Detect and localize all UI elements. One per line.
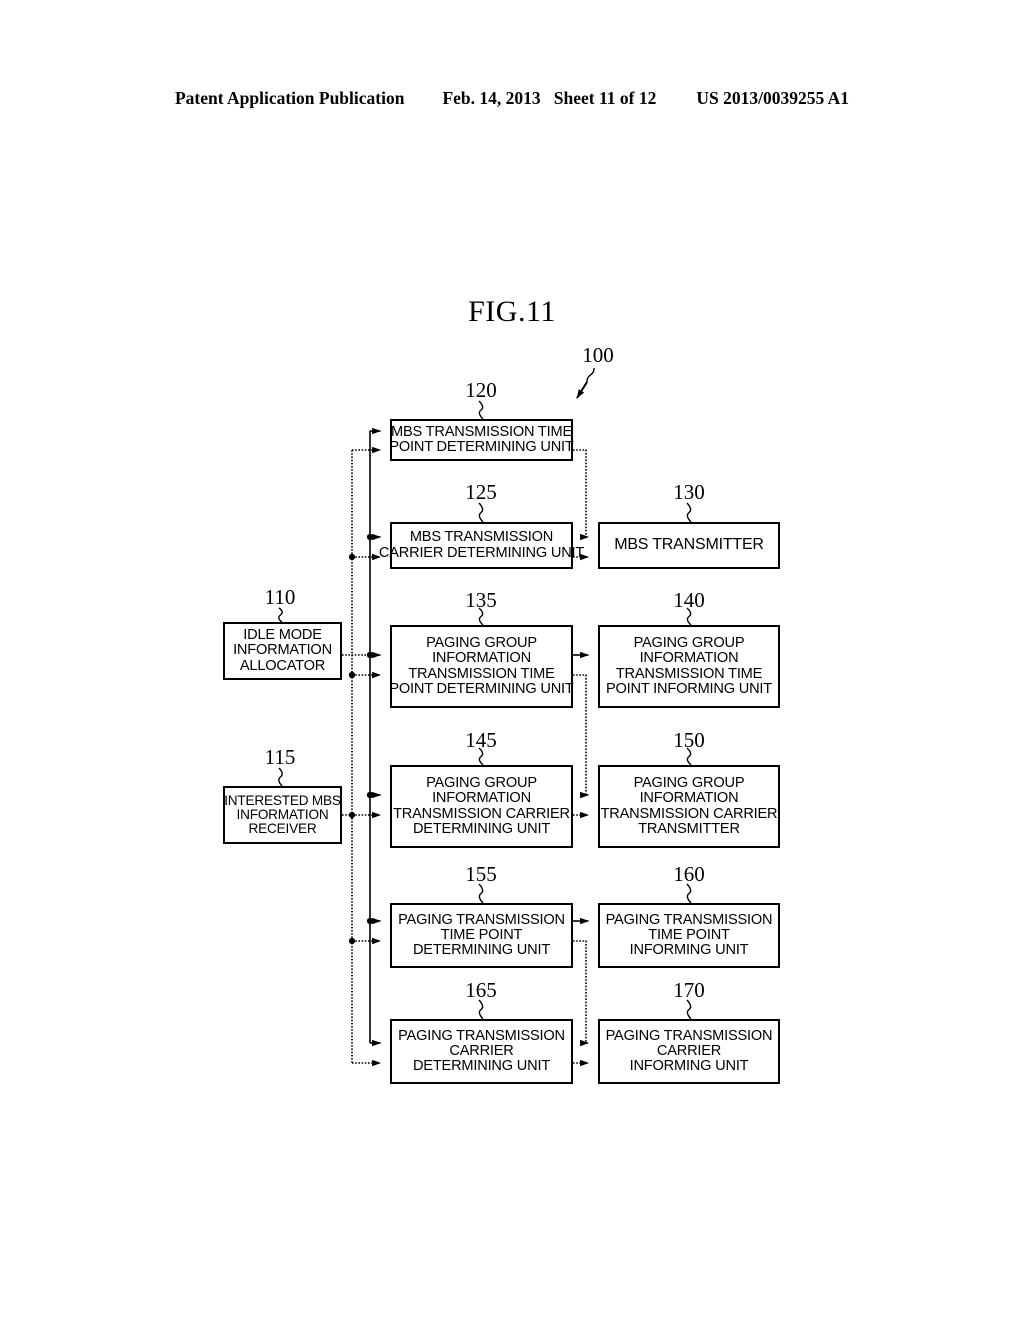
box-160-line-3: INFORMING UNIT	[629, 942, 749, 959]
box-125-line-2: CARRIER DETERMINING UNIT	[378, 544, 585, 561]
box-165-line-3: DETERMINING UNIT	[412, 1058, 551, 1075]
box-paging-group-information-transmission-carrier-transmitter[interactable]: PAGING GROUP INFORMATION TRANSMISSION CA…	[598, 765, 780, 848]
ref-125: 125	[465, 480, 497, 504]
box-idle-mode-information-allocator[interactable]: IDLE MODE INFORMATION ALLOCATOR	[223, 622, 342, 680]
ref-160: 160	[673, 862, 705, 886]
box-135-line-3: TRANSMISSION TIME	[408, 665, 555, 682]
box-140-line-4: POINT INFORMING UNIT	[606, 680, 772, 697]
box-145-line-1: PAGING GROUP	[426, 775, 537, 792]
box-145-line-2: INFORMATION	[432, 790, 531, 807]
box-mbs-transmission-carrier-determining-unit[interactable]: MBS TRANSMISSION CARRIER DETERMINING UNI…	[379, 522, 584, 569]
box-145-line-4: DETERMINING UNIT	[412, 820, 551, 837]
box-115-line-2: INFORMATION	[236, 806, 329, 822]
ref-150: 150	[673, 728, 705, 752]
box-mbs-transmission-time-point-determining-unit[interactable]: MBS TRANSMISSION TIME POINT DETERMINING …	[389, 419, 574, 461]
box-170-line-1: PAGING TRANSMISSION	[605, 1027, 773, 1044]
box-155-line-2: TIME POINT	[440, 926, 523, 943]
ref-145: 145	[465, 728, 497, 752]
ref-130: 130	[673, 480, 705, 504]
box-paging-group-information-transmission-time-point-informing-unit[interactable]: PAGING GROUP INFORMATION TRANSMISSION TI…	[598, 625, 780, 708]
box-paging-group-information-transmission-time-point-determining-unit[interactable]: PAGING GROUP INFORMATION TRANSMISSION TI…	[389, 625, 574, 708]
box-110-line-1: IDLE MODE	[243, 627, 322, 644]
ref-100-system: 100	[582, 343, 614, 367]
box-115-line-3: RECEIVER	[248, 821, 317, 837]
box-110-line-3: ALLOCATOR	[239, 657, 326, 674]
ref-115: 115	[264, 745, 296, 769]
box-110-line-2: INFORMATION	[233, 642, 332, 659]
box-120-line-1: MBS TRANSMISSION TIME	[391, 423, 572, 440]
box-130-line-1: MBS TRANSMITTER	[614, 536, 764, 554]
box-165-line-2: CARRIER	[449, 1042, 514, 1059]
box-170-line-3: INFORMING UNIT	[629, 1058, 749, 1075]
box-155-line-3: DETERMINING UNIT	[412, 942, 551, 959]
box-140-line-1: PAGING GROUP	[633, 635, 745, 652]
box-135-line-1: PAGING GROUP	[426, 635, 537, 652]
box-135-line-2: INFORMATION	[432, 650, 531, 667]
ref-110: 110	[264, 585, 296, 609]
box-interested-mbs-information-receiver[interactable]: INTERESTED MBS INFORMATION RECEIVER	[223, 786, 342, 844]
ref-170: 170	[673, 978, 705, 1002]
box-115-line-1: INTERESTED MBS	[224, 792, 341, 808]
box-140-line-3: TRANSMISSION TIME	[615, 665, 763, 682]
box-paging-transmission-carrier-determining-unit[interactable]: PAGING TRANSMISSION CARRIER DETERMINING …	[390, 1019, 573, 1084]
box-125-line-1: MBS TRANSMISSION	[409, 529, 554, 546]
box-145-line-3: TRANSMISSION CARRIER	[393, 805, 570, 822]
box-150-line-4: TRANSMITTER	[638, 820, 740, 837]
figure-diagram: 110 115 120 125 130 135 140 145 150 155 …	[0, 0, 1024, 1320]
ref-140: 140	[673, 588, 705, 612]
box-170-line-2: CARRIER	[656, 1042, 722, 1059]
box-paging-transmission-time-point-determining-unit[interactable]: PAGING TRANSMISSION TIME POINT DETERMINI…	[390, 903, 573, 968]
box-paging-group-information-transmission-carrier-determining-unit[interactable]: PAGING GROUP INFORMATION TRANSMISSION CA…	[390, 765, 573, 848]
box-155-line-1: PAGING TRANSMISSION	[398, 911, 565, 928]
ref-155: 155	[465, 862, 497, 886]
box-150-line-3: TRANSMISSION CARRIER	[600, 805, 778, 822]
ref-165: 165	[465, 978, 497, 1002]
box-165-line-1: PAGING TRANSMISSION	[398, 1027, 565, 1044]
box-135-line-4: POINT DETERMINING UNIT	[389, 680, 574, 697]
box-120-line-2: POINT DETERMINING UNIT	[389, 439, 574, 455]
box-paging-transmission-carrier-informing-unit[interactable]: PAGING TRANSMISSION CARRIER INFORMING UN…	[598, 1019, 780, 1084]
box-150-line-2: INFORMATION	[639, 790, 739, 807]
box-160-line-2: TIME POINT	[648, 926, 730, 943]
ref-120: 120	[465, 378, 497, 402]
box-paging-transmission-time-point-informing-unit[interactable]: PAGING TRANSMISSION TIME POINT INFORMING…	[598, 903, 780, 968]
box-mbs-transmitter[interactable]: MBS TRANSMITTER	[598, 522, 780, 569]
box-150-line-1: PAGING GROUP	[633, 775, 745, 792]
box-160-line-1: PAGING TRANSMISSION	[605, 911, 773, 928]
ref-135: 135	[465, 588, 497, 612]
box-140-line-2: INFORMATION	[639, 650, 739, 667]
